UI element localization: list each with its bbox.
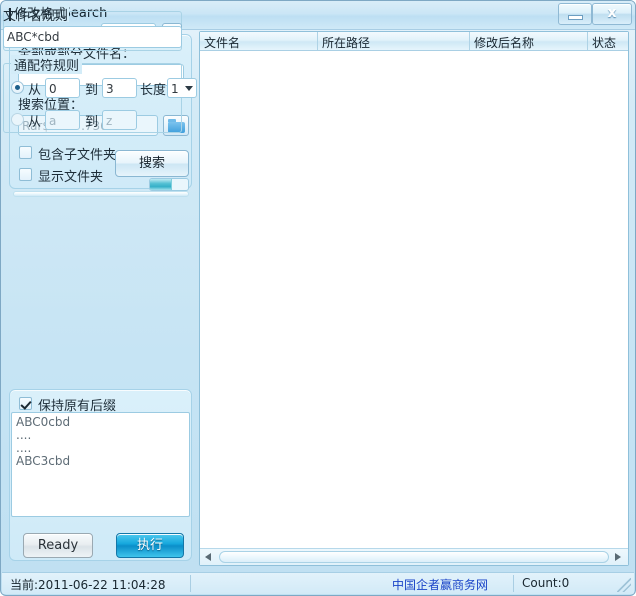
status-link[interactable]: 中国企者赢商务网 (392, 576, 488, 593)
caret-right-icon (615, 553, 621, 561)
filename-rule-label: 文件名规则 (3, 9, 69, 24)
preview-list[interactable]: ABC0cbd .... .... ABC3cbd (11, 412, 190, 517)
include-subfolders-label: 包含子文件夹 (38, 148, 117, 163)
progress-fill (150, 179, 172, 190)
filename-rule-input[interactable]: ABC*cbd (3, 26, 182, 48)
status-bar: 当前:2011-06-22 11:04:28 中国企者赢商务网 Count:0 (2, 572, 634, 594)
results-listview[interactable]: 文件名 所在路径 修改后名称 状态 (199, 31, 629, 566)
minimize-icon (568, 15, 583, 20)
rule-alpha-from-input[interactable]: a (45, 110, 80, 130)
listview-header: 文件名 所在路径 修改后名称 状态 (200, 32, 628, 51)
rule-numeric-from-input[interactable]: 0 (45, 78, 80, 98)
column-header-filename[interactable]: 文件名 (200, 32, 318, 50)
rule-length-value: 1 (171, 82, 179, 96)
status-current-time: 当前:2011-06-22 11:04:28 (10, 578, 166, 592)
minimize-button[interactable] (558, 3, 592, 25)
scroll-left-button[interactable] (202, 550, 217, 564)
column-header-status[interactable]: 状态 (588, 32, 628, 50)
status-divider (190, 575, 191, 592)
show-folders-checkbox[interactable] (19, 168, 32, 181)
rule-numeric-radio[interactable] (11, 81, 24, 94)
rule-alpha-radio[interactable] (11, 113, 24, 126)
search-button[interactable]: 搜索 (115, 150, 189, 177)
horizontal-scrollbar[interactable] (200, 548, 628, 565)
preview-line: ABC0cbd (16, 415, 71, 429)
rule-alpha-to-input[interactable]: z (102, 110, 137, 130)
resize-grip[interactable] (617, 578, 631, 592)
app-window: Files Search x 全部或部分文件名： 搜索位置： Rar$EX47.… (0, 0, 636, 596)
status-divider (513, 575, 514, 592)
search-progress-bar (149, 178, 189, 191)
rule-numeric-from-label: 从 (28, 83, 42, 98)
preview-line: ABC3cbd (16, 454, 71, 468)
include-subfolders-checkbox[interactable] (19, 146, 32, 159)
show-folders-label: 显示文件夹 (38, 170, 104, 185)
rule-alpha-from-label: 从 (28, 115, 42, 130)
preview-line: .... (16, 428, 32, 442)
status-count: Count:0 (522, 576, 570, 590)
panel-divider (13, 191, 189, 197)
scrollbar-thumb[interactable] (219, 551, 609, 563)
column-header-path[interactable]: 所在路径 (318, 32, 470, 50)
execute-button[interactable]: 执行 (116, 533, 184, 558)
rule-alpha-to-label: 到 (85, 115, 99, 130)
close-button[interactable]: x (592, 3, 632, 25)
column-header-newname[interactable]: 修改后名称 (470, 32, 588, 50)
keep-suffix-checkbox[interactable] (19, 397, 32, 410)
close-icon: x (607, 5, 617, 21)
chevron-down-icon (185, 86, 193, 91)
rule-numeric-to-label: 到 (85, 83, 99, 98)
caret-left-icon (205, 553, 211, 561)
wildcard-rules-group-title: 通配符规则 (11, 55, 83, 74)
rule-length-select[interactable]: 1 (167, 78, 197, 98)
scroll-right-button[interactable] (611, 550, 626, 564)
ready-button[interactable]: Ready (23, 533, 93, 558)
rule-numeric-to-input[interactable]: 3 (102, 78, 137, 98)
rule-length-label: 长度 (140, 83, 167, 98)
